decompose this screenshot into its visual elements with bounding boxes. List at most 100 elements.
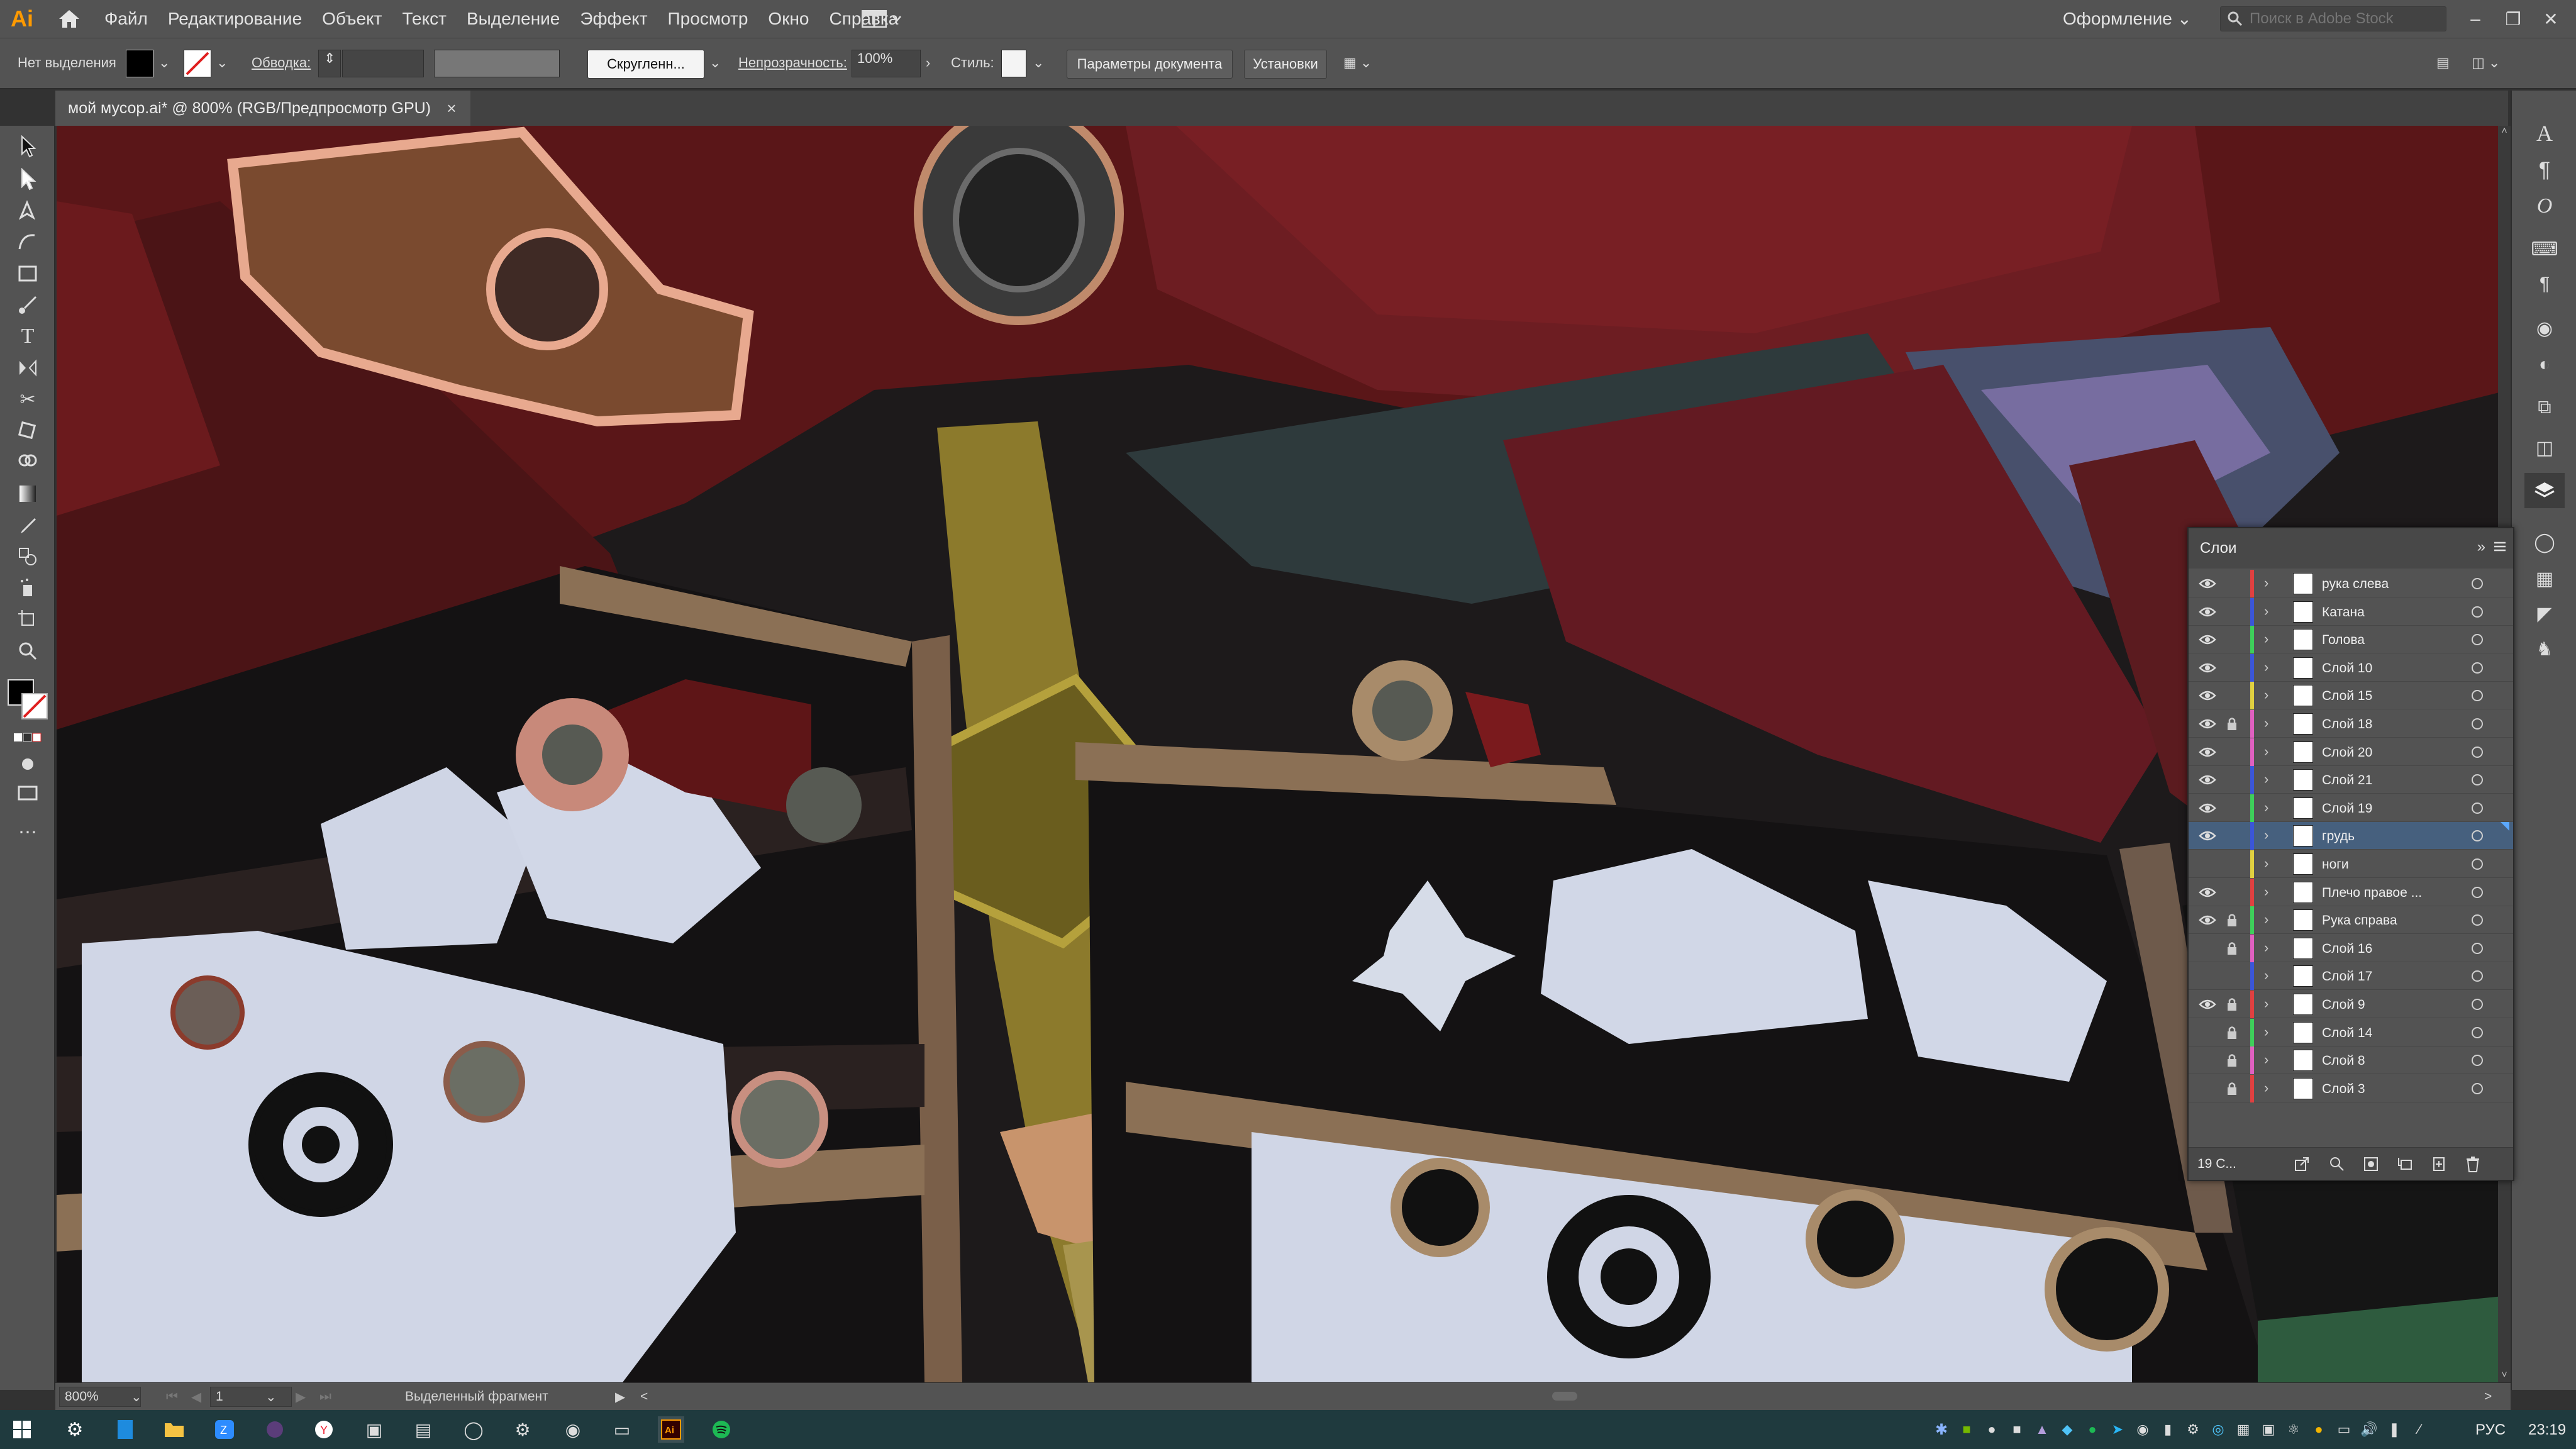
layer-row[interactable]: › Слой 19 (2189, 794, 2513, 822)
opacity-input[interactable]: 100% (852, 50, 921, 77)
opentype-panel-icon[interactable]: O (2524, 189, 2565, 224)
expand-arrow-icon[interactable]: › (2264, 771, 2268, 787)
lock-icon[interactable] (2226, 1081, 2238, 1096)
panel-menu-icon[interactable] (2493, 540, 2507, 553)
layer-name[interactable]: Плечо правое ... (2322, 886, 2422, 901)
expand-arrow-icon[interactable]: › (2264, 715, 2268, 731)
layer-row[interactable]: › Слой 18 (2189, 710, 2513, 738)
lock-icon[interactable] (2226, 828, 2238, 843)
layer-row[interactable]: › Слой 9 (2189, 991, 2513, 1018)
stroke-weight-input[interactable] (342, 50, 424, 77)
opacity-label[interactable]: Непрозрачность: (738, 55, 847, 71)
layer-name[interactable]: Слой 9 (2322, 997, 2365, 1013)
target-icon[interactable] (2472, 1082, 2483, 1094)
eye-icon[interactable] (2199, 886, 2216, 899)
app-window-icon[interactable]: ▭ (609, 1416, 635, 1443)
lock-icon[interactable] (2226, 1025, 2238, 1040)
expand-arrow-icon[interactable]: › (2264, 940, 2268, 956)
layer-row[interactable]: › Рука справа (2189, 906, 2513, 935)
lock-icon[interactable] (2226, 801, 2238, 816)
lock-icon[interactable] (2226, 857, 2238, 872)
artboard-number-input[interactable]: 1 (210, 1387, 292, 1407)
collapse-icon[interactable]: » (2477, 538, 2485, 556)
expand-arrow-icon[interactable]: › (2264, 996, 2268, 1012)
artboards-panel-icon[interactable]: ⧉ (2524, 390, 2565, 425)
locate-object-icon[interactable] (2328, 1155, 2346, 1173)
chrome-tray-icon[interactable]: ● (2306, 1416, 2332, 1443)
expand-arrow-icon[interactable]: › (2264, 575, 2268, 591)
lock-icon[interactable] (2226, 576, 2238, 591)
lock-icon[interactable] (2226, 941, 2238, 956)
layers-tab[interactable]: Слои (2200, 540, 2236, 557)
layer-name[interactable]: Слой 3 (2322, 1082, 2365, 1097)
status-menu-arrow-icon[interactable]: ▶ (615, 1389, 625, 1405)
zoom-level-input[interactable]: 800% (59, 1387, 141, 1407)
expand-arrow-icon[interactable]: › (2264, 659, 2268, 675)
eye-icon[interactable] (2199, 718, 2216, 730)
layer-row[interactable]: › Плечо правое ... (2189, 878, 2513, 906)
clipping-mask-icon[interactable] (2362, 1155, 2380, 1173)
target-icon[interactable] (2472, 1055, 2483, 1067)
task-app-icon[interactable] (112, 1416, 138, 1443)
scroll-up-arrow-icon[interactable]: ˄ (2498, 126, 2511, 138)
selection-tool-icon[interactable] (9, 132, 47, 161)
menu-edit[interactable]: Редактирование (158, 0, 312, 38)
layer-row[interactable]: › Слой 17 (2189, 962, 2513, 991)
graphic-style-swatch[interactable] (1001, 50, 1026, 77)
tray-app-icon-5[interactable]: ◎ (2205, 1416, 2231, 1443)
swatches-panel-icon[interactable]: ▦ (2524, 561, 2565, 596)
character-styles-icon[interactable]: ⌨ (2524, 231, 2565, 267)
layers-panel-icon[interactable] (2524, 473, 2565, 508)
layer-name[interactable]: Слой 18 (2322, 717, 2372, 732)
expand-arrow-icon[interactable]: › (2264, 967, 2268, 984)
menu-effect[interactable]: Эффект (570, 0, 657, 38)
expand-arrow-icon[interactable]: › (2264, 743, 2268, 760)
lock-icon[interactable] (2226, 772, 2238, 787)
layer-name[interactable]: рука слева (2322, 577, 2389, 592)
input-language[interactable]: РУС (2475, 1421, 2506, 1439)
type-tool-icon[interactable]: T (9, 322, 47, 351)
spotify-icon[interactable] (708, 1416, 735, 1443)
lock-icon[interactable] (2226, 632, 2238, 647)
style-dropdown[interactable]: ⌄ (1033, 55, 1044, 71)
brush-dropdown[interactable]: ⌄ (709, 55, 721, 71)
volume-icon[interactable]: 🔊 (2356, 1416, 2382, 1443)
target-icon[interactable] (2472, 970, 2483, 982)
expand-arrow-icon[interactable]: › (2264, 1024, 2268, 1040)
layer-name[interactable]: Рука справа (2322, 913, 2397, 928)
lock-icon[interactable] (2226, 604, 2238, 619)
expand-arrow-icon[interactable]: › (2264, 911, 2268, 928)
eye-icon[interactable] (2199, 914, 2216, 926)
draw-mode-icon[interactable] (9, 750, 47, 779)
eye-icon[interactable] (2199, 970, 2216, 982)
target-icon[interactable] (2472, 1026, 2483, 1038)
layer-name[interactable]: Слой 21 (2322, 773, 2372, 788)
opacity-dropdown[interactable]: › (926, 55, 930, 71)
eye-icon[interactable] (2199, 689, 2216, 702)
stroke-dropdown[interactable]: ⌄ (216, 55, 228, 71)
pen-tool-icon[interactable] (9, 196, 47, 225)
steam-tray-icon-2[interactable]: ⚙ (2180, 1416, 2206, 1443)
target-icon[interactable] (2472, 914, 2483, 926)
target-icon[interactable] (2472, 858, 2483, 870)
hscroll-left-icon[interactable]: ˂ (640, 1389, 648, 1404)
expand-arrow-icon[interactable]: › (2264, 799, 2268, 816)
expand-arrow-icon[interactable]: › (2264, 884, 2268, 900)
shape-builder-tool-icon[interactable] (9, 448, 47, 477)
layer-name[interactable]: Слой 10 (2322, 661, 2372, 676)
expand-arrow-icon[interactable]: › (2264, 827, 2268, 843)
telegram-tray-icon[interactable]: ➤ (2104, 1416, 2131, 1443)
tray-app-icon[interactable]: ● (1979, 1416, 2005, 1443)
settings-gear-icon[interactable]: ⚙ (62, 1416, 88, 1443)
expand-arrow-icon[interactable]: › (2264, 631, 2268, 647)
target-icon[interactable] (2472, 942, 2483, 954)
eye-icon[interactable] (2199, 830, 2216, 842)
layer-row[interactable]: › Слой 20 (2189, 738, 2513, 766)
eye-icon[interactable] (2199, 1082, 2216, 1095)
network-icon[interactable]: ▭ (2331, 1416, 2357, 1443)
microphone-icon[interactable]: ▮ (2155, 1416, 2181, 1443)
restore-button[interactable]: ❐ (2494, 0, 2532, 38)
target-icon[interactable] (2472, 662, 2483, 674)
menu-object[interactable]: Объект (312, 0, 392, 38)
lock-icon[interactable] (2226, 745, 2238, 760)
